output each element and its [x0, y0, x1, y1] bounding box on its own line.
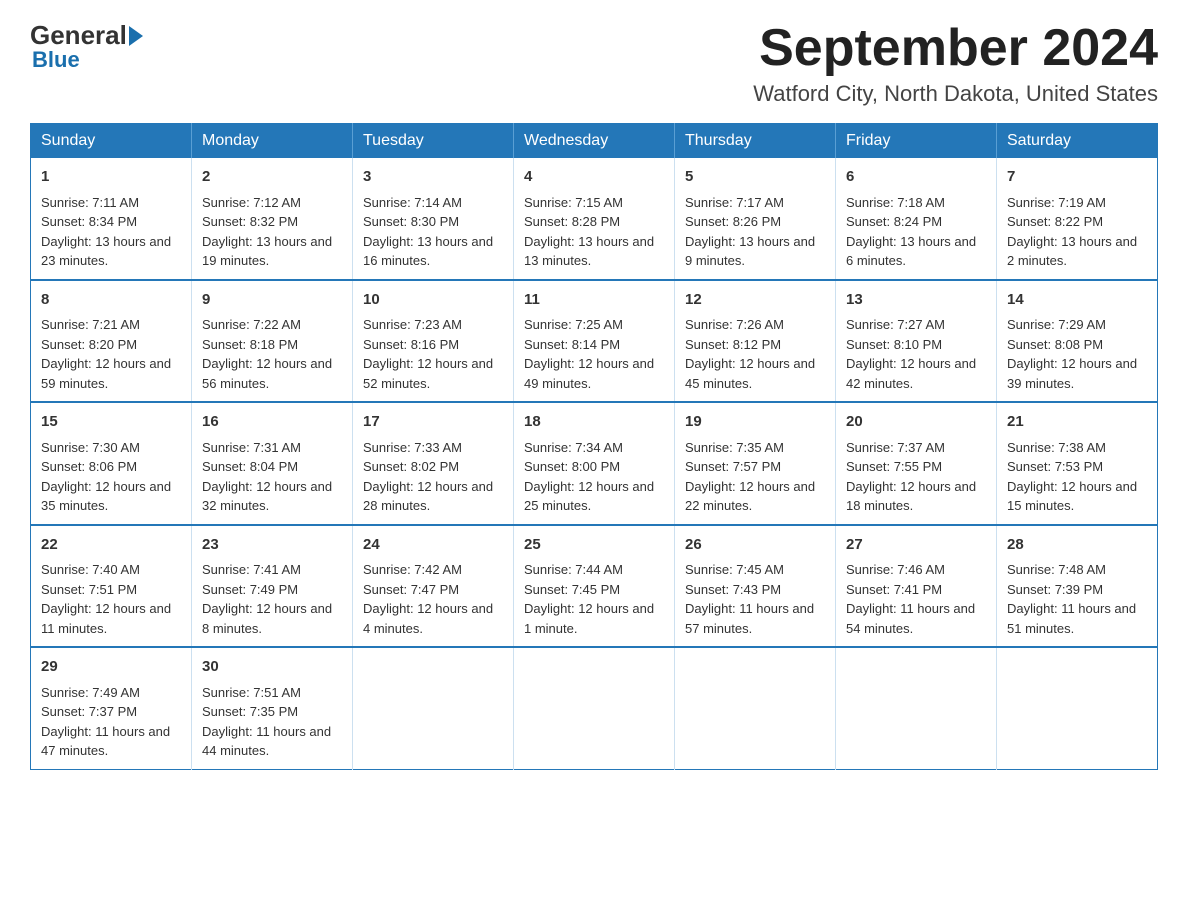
table-row: 24Sunrise: 7:42 AMSunset: 7:47 PMDayligh…: [353, 525, 514, 648]
table-row: 14Sunrise: 7:29 AMSunset: 8:08 PMDayligh…: [997, 280, 1158, 403]
table-row: 29Sunrise: 7:49 AMSunset: 7:37 PMDayligh…: [31, 647, 192, 769]
day-number: 5: [685, 166, 825, 189]
table-row: 22Sunrise: 7:40 AMSunset: 7:51 PMDayligh…: [31, 525, 192, 648]
table-row: 16Sunrise: 7:31 AMSunset: 8:04 PMDayligh…: [192, 402, 353, 525]
day-number: 7: [1007, 166, 1147, 189]
day-number: 16: [202, 411, 342, 434]
table-row: [514, 647, 675, 769]
day-number: 20: [846, 411, 986, 434]
table-row: 2Sunrise: 7:12 AMSunset: 8:32 PMDaylight…: [192, 158, 353, 280]
day-number: 14: [1007, 289, 1147, 312]
table-row: 8Sunrise: 7:21 AMSunset: 8:20 PMDaylight…: [31, 280, 192, 403]
day-number: 29: [41, 656, 181, 679]
page-header: General Blue September 2024 Watford City…: [30, 20, 1158, 107]
day-number: 19: [685, 411, 825, 434]
table-row: 28Sunrise: 7:48 AMSunset: 7:39 PMDayligh…: [997, 525, 1158, 648]
day-number: 26: [685, 534, 825, 557]
table-row: 17Sunrise: 7:33 AMSunset: 8:02 PMDayligh…: [353, 402, 514, 525]
calendar-week-row: 1Sunrise: 7:11 AMSunset: 8:34 PMDaylight…: [31, 158, 1158, 280]
day-number: 8: [41, 289, 181, 312]
table-row: 30Sunrise: 7:51 AMSunset: 7:35 PMDayligh…: [192, 647, 353, 769]
table-row: 15Sunrise: 7:30 AMSunset: 8:06 PMDayligh…: [31, 402, 192, 525]
day-number: 11: [524, 289, 664, 312]
day-number: 17: [363, 411, 503, 434]
table-row: 26Sunrise: 7:45 AMSunset: 7:43 PMDayligh…: [675, 525, 836, 648]
table-row: 9Sunrise: 7:22 AMSunset: 8:18 PMDaylight…: [192, 280, 353, 403]
location-title: Watford City, North Dakota, United State…: [753, 81, 1158, 107]
logo: General Blue: [30, 20, 143, 73]
col-tuesday: Tuesday: [353, 124, 514, 159]
day-number: 9: [202, 289, 342, 312]
month-year-title: September 2024: [753, 20, 1158, 77]
col-saturday: Saturday: [997, 124, 1158, 159]
col-wednesday: Wednesday: [514, 124, 675, 159]
table-row: 4Sunrise: 7:15 AMSunset: 8:28 PMDaylight…: [514, 158, 675, 280]
table-row: 7Sunrise: 7:19 AMSunset: 8:22 PMDaylight…: [997, 158, 1158, 280]
day-number: 30: [202, 656, 342, 679]
calendar-week-row: 29Sunrise: 7:49 AMSunset: 7:37 PMDayligh…: [31, 647, 1158, 769]
col-friday: Friday: [836, 124, 997, 159]
day-number: 12: [685, 289, 825, 312]
table-row: 1Sunrise: 7:11 AMSunset: 8:34 PMDaylight…: [31, 158, 192, 280]
calendar-week-row: 15Sunrise: 7:30 AMSunset: 8:06 PMDayligh…: [31, 402, 1158, 525]
day-number: 13: [846, 289, 986, 312]
table-row: 6Sunrise: 7:18 AMSunset: 8:24 PMDaylight…: [836, 158, 997, 280]
table-row: [353, 647, 514, 769]
day-number: 18: [524, 411, 664, 434]
table-row: 3Sunrise: 7:14 AMSunset: 8:30 PMDaylight…: [353, 158, 514, 280]
day-number: 3: [363, 166, 503, 189]
day-number: 6: [846, 166, 986, 189]
day-number: 22: [41, 534, 181, 557]
table-row: 21Sunrise: 7:38 AMSunset: 7:53 PMDayligh…: [997, 402, 1158, 525]
day-number: 23: [202, 534, 342, 557]
logo-arrow-icon: [129, 26, 143, 46]
day-number: 1: [41, 166, 181, 189]
table-row: 19Sunrise: 7:35 AMSunset: 7:57 PMDayligh…: [675, 402, 836, 525]
col-sunday: Sunday: [31, 124, 192, 159]
calendar-table: Sunday Monday Tuesday Wednesday Thursday…: [30, 123, 1158, 770]
day-number: 24: [363, 534, 503, 557]
table-row: 25Sunrise: 7:44 AMSunset: 7:45 PMDayligh…: [514, 525, 675, 648]
table-row: 18Sunrise: 7:34 AMSunset: 8:00 PMDayligh…: [514, 402, 675, 525]
calendar-header-row: Sunday Monday Tuesday Wednesday Thursday…: [31, 124, 1158, 159]
table-row: 13Sunrise: 7:27 AMSunset: 8:10 PMDayligh…: [836, 280, 997, 403]
table-row: 23Sunrise: 7:41 AMSunset: 7:49 PMDayligh…: [192, 525, 353, 648]
day-number: 4: [524, 166, 664, 189]
day-number: 15: [41, 411, 181, 434]
col-monday: Monday: [192, 124, 353, 159]
table-row: 27Sunrise: 7:46 AMSunset: 7:41 PMDayligh…: [836, 525, 997, 648]
table-row: [675, 647, 836, 769]
day-number: 25: [524, 534, 664, 557]
table-row: [836, 647, 997, 769]
table-row: 10Sunrise: 7:23 AMSunset: 8:16 PMDayligh…: [353, 280, 514, 403]
table-row: 20Sunrise: 7:37 AMSunset: 7:55 PMDayligh…: [836, 402, 997, 525]
table-row: [997, 647, 1158, 769]
day-number: 27: [846, 534, 986, 557]
calendar-week-row: 8Sunrise: 7:21 AMSunset: 8:20 PMDaylight…: [31, 280, 1158, 403]
col-thursday: Thursday: [675, 124, 836, 159]
table-row: 5Sunrise: 7:17 AMSunset: 8:26 PMDaylight…: [675, 158, 836, 280]
day-number: 28: [1007, 534, 1147, 557]
day-number: 2: [202, 166, 342, 189]
calendar-week-row: 22Sunrise: 7:40 AMSunset: 7:51 PMDayligh…: [31, 525, 1158, 648]
day-number: 10: [363, 289, 503, 312]
table-row: 12Sunrise: 7:26 AMSunset: 8:12 PMDayligh…: [675, 280, 836, 403]
table-row: 11Sunrise: 7:25 AMSunset: 8:14 PMDayligh…: [514, 280, 675, 403]
logo-blue-text: Blue: [32, 47, 80, 73]
day-number: 21: [1007, 411, 1147, 434]
title-area: September 2024 Watford City, North Dakot…: [753, 20, 1158, 107]
